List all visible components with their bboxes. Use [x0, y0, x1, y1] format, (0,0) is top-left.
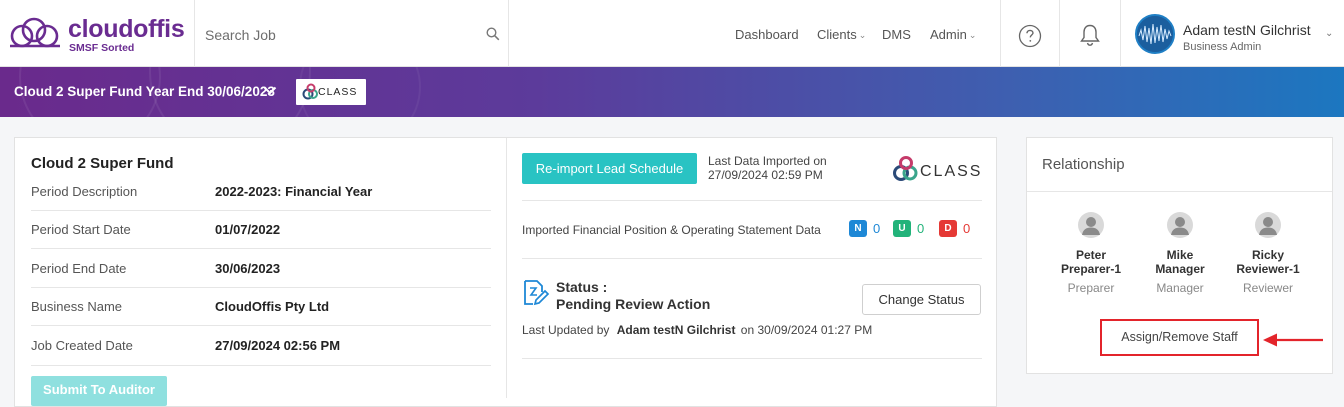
detail-row: Period Description 2022-2023: Financial …: [31, 173, 491, 211]
staff-last-name: Reviewer-1: [1236, 262, 1300, 276]
status-value: Pending Review Action: [556, 296, 711, 312]
last-imported-label: Last Data Imported on: [708, 154, 827, 168]
divider: [522, 200, 982, 201]
relationship-title: Relationship: [1042, 156, 1125, 173]
divider: [508, 0, 509, 67]
assign-remove-staff-button[interactable]: Assign/Remove Staff: [1100, 319, 1259, 356]
detail-label: Period End Date: [31, 261, 127, 276]
divider: [31, 365, 491, 366]
staff-role: Preparer: [1067, 281, 1115, 295]
detail-value: 2022-2023: Financial Year: [215, 184, 373, 199]
bell-icon: [1080, 24, 1100, 46]
user-menu[interactable]: Adam testN Gilchrist Business Admin ⌄: [1133, 14, 1344, 58]
class-logo: CLASS: [296, 79, 366, 105]
detail-row: Job Created Date 27/09/2024 02:56 PM: [31, 327, 491, 365]
detail-value: 27/09/2024 02:56 PM: [215, 338, 341, 353]
divider: [1027, 191, 1332, 192]
detail-label: Period Start Date: [31, 222, 131, 237]
nav-clients-label: Clients: [817, 27, 857, 42]
staff-first-name: Peter: [1075, 248, 1107, 262]
user-avatar-icon: [1078, 212, 1104, 238]
nav-clients[interactable]: Clients ⌄: [817, 27, 866, 43]
divider: [522, 358, 982, 359]
detail-row: Period Start Date 01/07/2022: [31, 211, 491, 249]
staff-member: Mike Manager Manager: [1140, 212, 1220, 295]
change-status-button[interactable]: Change Status: [862, 284, 981, 315]
last-updated-date: on 30/09/2024 01:27 PM: [740, 323, 873, 337]
nav-dms[interactable]: DMS: [882, 27, 911, 42]
status-document-icon: [524, 280, 550, 306]
chevron-down-icon: ⌄: [858, 30, 867, 40]
nav-admin-label: Admin: [930, 27, 967, 42]
search-input[interactable]: Search Job: [205, 27, 276, 43]
cloudoffis-logo-icon: [10, 17, 60, 48]
nav-admin[interactable]: Admin ⌄: [930, 27, 976, 43]
job-bar: Cloud 2 Super Fund Year End 30/06/2023 C…: [0, 67, 1344, 117]
updated-count[interactable]: 0: [917, 221, 924, 236]
staff-last-name: Manager: [1155, 262, 1205, 276]
avatar: [1135, 14, 1175, 54]
detail-row: Period End Date 30/06/2023: [31, 250, 491, 288]
deleted-count[interactable]: 0: [963, 221, 970, 236]
status-label: Status :: [556, 279, 608, 295]
user-avatar-icon: [1255, 212, 1281, 238]
search-field[interactable]: Search Job: [195, 0, 508, 67]
detail-label: Period Description: [31, 184, 138, 199]
help-button[interactable]: [1001, 0, 1059, 67]
detail-value: 01/07/2022: [215, 222, 281, 237]
divider: [1120, 0, 1121, 67]
class-logo-text: CLASS: [920, 163, 983, 180]
job-title[interactable]: Cloud 2 Super Fund Year End 30/06/2023: [14, 84, 275, 99]
divider: [506, 138, 507, 398]
help-icon: [1018, 24, 1042, 48]
new-badge: N: [849, 220, 867, 237]
deleted-badge: D: [939, 220, 957, 237]
imported-data-label: Imported Financial Position & Operating …: [522, 223, 821, 237]
brand-logo[interactable]: cloudoffis SMSF Sorted: [6, 14, 186, 56]
fund-name: Cloud 2 Super Fund: [31, 155, 174, 172]
chevron-down-icon[interactable]: ⌄: [1325, 28, 1333, 39]
class-logo-icon: [302, 83, 318, 100]
avatar-image: [1137, 16, 1173, 52]
user-role: Business Admin: [1183, 41, 1262, 53]
chevron-down-icon: ⌄: [968, 30, 977, 40]
last-imported-info: Last Data Imported on 27/09/2024 02:59 P…: [708, 154, 827, 182]
last-updated-info: Last Updated by Adam testN Gilchrist on …: [522, 323, 872, 337]
last-imported-value: 27/09/2024 02:59 PM: [708, 168, 823, 182]
staff-member: Peter Preparer-1 Preparer: [1051, 212, 1131, 295]
staff-role: Manager: [1156, 281, 1204, 295]
reimport-lead-schedule-button[interactable]: Re-import Lead Schedule: [522, 153, 697, 184]
detail-value: CloudOffis Pty Ltd: [215, 299, 330, 314]
last-updated-user: Adam testN Gilchrist: [616, 323, 736, 337]
top-bar: cloudoffis SMSF Sorted Search Job Dashbo…: [0, 0, 1344, 67]
submit-to-auditor-button[interactable]: Submit To Auditor: [31, 376, 167, 406]
chevron-down-icon[interactable]: [262, 82, 278, 98]
highlight-arrow-icon: [1263, 333, 1323, 347]
staff-last-name: Preparer-1: [1060, 262, 1122, 276]
updated-badge: U: [893, 220, 911, 237]
staff-role: Reviewer: [1242, 281, 1293, 295]
class-logo: CLASS: [892, 154, 982, 184]
detail-row: Business Name CloudOffis Pty Ltd: [31, 288, 491, 326]
divider: [522, 258, 982, 259]
detail-label: Business Name: [31, 299, 123, 314]
fund-details-card: Cloud 2 Super Fund Period Description 20…: [14, 137, 997, 407]
user-name: Adam testN Gilchrist: [1183, 22, 1311, 38]
search-icon[interactable]: [486, 27, 500, 41]
last-updated-prefix: Last Updated by: [522, 323, 610, 337]
nav-dashboard[interactable]: Dashboard: [735, 27, 799, 42]
staff-first-name: Mike: [1166, 248, 1194, 262]
class-logo-text: CLASS: [318, 86, 358, 98]
notifications-button[interactable]: [1060, 0, 1120, 67]
detail-label: Job Created Date: [31, 338, 133, 353]
staff-member: Ricky Reviewer-1 Reviewer: [1228, 212, 1308, 295]
user-avatar-icon: [1167, 212, 1193, 238]
brand-tagline: SMSF Sorted: [69, 42, 135, 54]
new-count[interactable]: 0: [873, 221, 880, 236]
staff-first-name: Ricky: [1251, 248, 1285, 262]
brand-name: cloudoffis: [68, 15, 185, 43]
class-logo-icon: [893, 156, 918, 181]
detail-value: 30/06/2023: [215, 261, 281, 276]
